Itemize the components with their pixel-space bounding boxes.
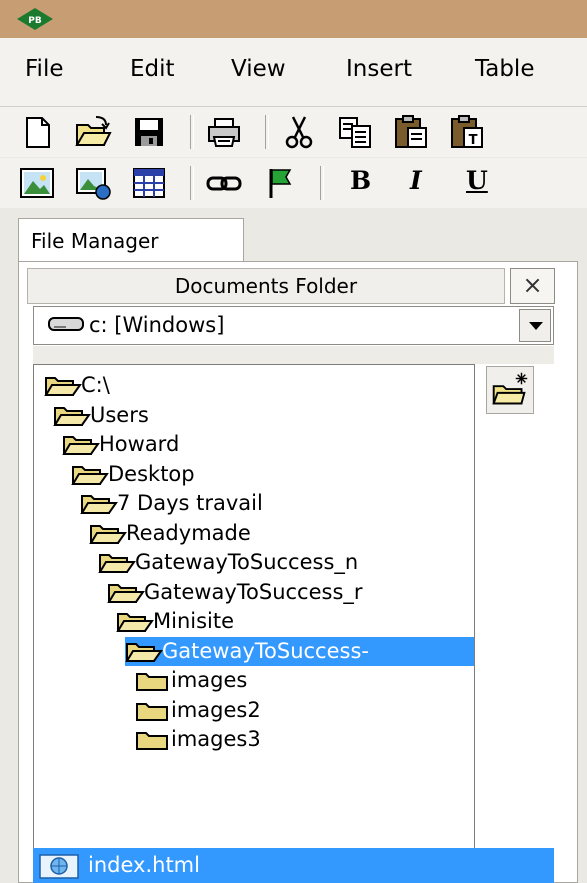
copy-icon[interactable] [336,113,374,151]
menu-view[interactable]: View [231,55,286,83]
insert-table-icon[interactable] [130,164,168,202]
menu-insert[interactable]: Insert [346,55,412,83]
folder-closed-icon [136,732,168,750]
folder-open-icon [44,377,82,396]
folder-closed-icon [136,702,168,721]
tree-item-label: GatewayToSuccess_n [135,550,359,574]
panel-divider [33,346,554,364]
tree-item-label: Desktop [108,461,195,486]
html-file-icon [39,854,79,879]
tree-item-label: C:\ [81,373,110,397]
tree-item[interactable]: GatewayToSuccess_r [107,578,474,607]
tree-item[interactable]: C:\ [44,371,474,400]
tree-item[interactable]: Users [53,401,474,430]
new-folder-button[interactable] [486,366,534,414]
tree-item-label: images2 [171,697,261,722]
folder-closed-icon [136,673,168,691]
cut-icon[interactable] [280,113,318,151]
folder-tree[interactable]: C:\ Users Howard Desktop 7 Days travail Ready… [33,364,475,850]
menu-file[interactable]: File [25,55,64,83]
folder-open-icon [89,524,127,544]
print-icon[interactable] [205,113,243,151]
menu-bar: File Edit View Insert Table [0,38,587,107]
drive-select-value: c: [Windows] [89,313,225,337]
folder-open-icon [62,436,100,455]
anchor-flag-icon[interactable] [262,164,300,202]
insert-image-link-icon[interactable] [74,164,112,202]
tree-item-label: Users [90,402,149,427]
tree-item-label: Howard [99,432,180,456]
tree-item[interactable]: images3 [134,725,474,754]
insert-image-icon[interactable] [18,164,56,202]
folder-open-icon [116,613,154,632]
tree-item[interactable]: Desktop [71,460,474,489]
menu-edit[interactable]: Edit [130,55,175,83]
standard-toolbar: T [0,107,587,157]
title-bar: PB [0,0,587,38]
open-folder-icon[interactable] [74,113,112,151]
file-name: index.html [88,853,200,877]
svg-text:PB: PB [28,16,42,26]
tab-file-manager[interactable]: File Manager [18,218,244,262]
svg-text:T: T [469,133,478,148]
chevron-down-icon[interactable] [519,309,551,342]
toolbar-separator [190,166,194,200]
insert-toolbar: B I U [0,158,587,208]
tree-item-label: images [171,668,248,692]
folder-open-icon [53,406,91,426]
close-panel-button[interactable]: × [510,268,555,304]
folder-open-icon [125,642,163,662]
file-list-item[interactable]: index.html [33,848,554,883]
paste-icon[interactable] [392,113,430,151]
tree-item[interactable]: GatewayToSuccess_n [98,548,474,577]
tree-item-label: GatewayToSuccess- [162,638,369,663]
tree-item-label: GatewayToSuccess_r [144,579,363,604]
tree-item[interactable]: Minisite [116,607,474,636]
tree-item-label: images3 [171,727,261,751]
new-file-icon[interactable] [18,113,56,151]
save-icon[interactable] [130,113,168,151]
tree-item-label: Readymade [126,520,251,545]
toolbar-separator [190,115,194,149]
underline-button[interactable]: U [466,166,488,195]
tree-item[interactable]: 7 Days travail [80,489,474,518]
bold-button[interactable]: B [350,166,371,195]
new-folder-icon [492,372,528,405]
tree-item-selected[interactable]: GatewayToSuccess- [125,636,474,666]
folder-open-icon [107,583,145,603]
folder-open-icon [98,554,136,573]
hard-drive-icon [48,317,84,331]
menu-table[interactable]: Table [475,55,534,83]
drive-select[interactable]: c: [Windows] [33,306,554,345]
tree-item-label: 7 Days travail [117,491,263,515]
tree-item[interactable]: images2 [134,696,474,725]
folder-open-icon [71,465,109,485]
toolbar-separator [320,166,324,200]
tree-item[interactable]: Readymade [89,519,474,548]
tree-item-label: Minisite [153,609,235,633]
documents-folder-header: Documents Folder [27,268,505,304]
italic-button[interactable]: I [410,166,422,195]
paste-special-icon[interactable]: T [448,113,486,151]
link-icon[interactable] [205,164,243,202]
app-logo-icon: PB [17,8,53,30]
tree-item[interactable]: images [134,666,474,695]
tree-item[interactable]: Howard [62,430,474,459]
toolbar-separator [265,115,269,149]
folder-open-icon [80,495,118,514]
